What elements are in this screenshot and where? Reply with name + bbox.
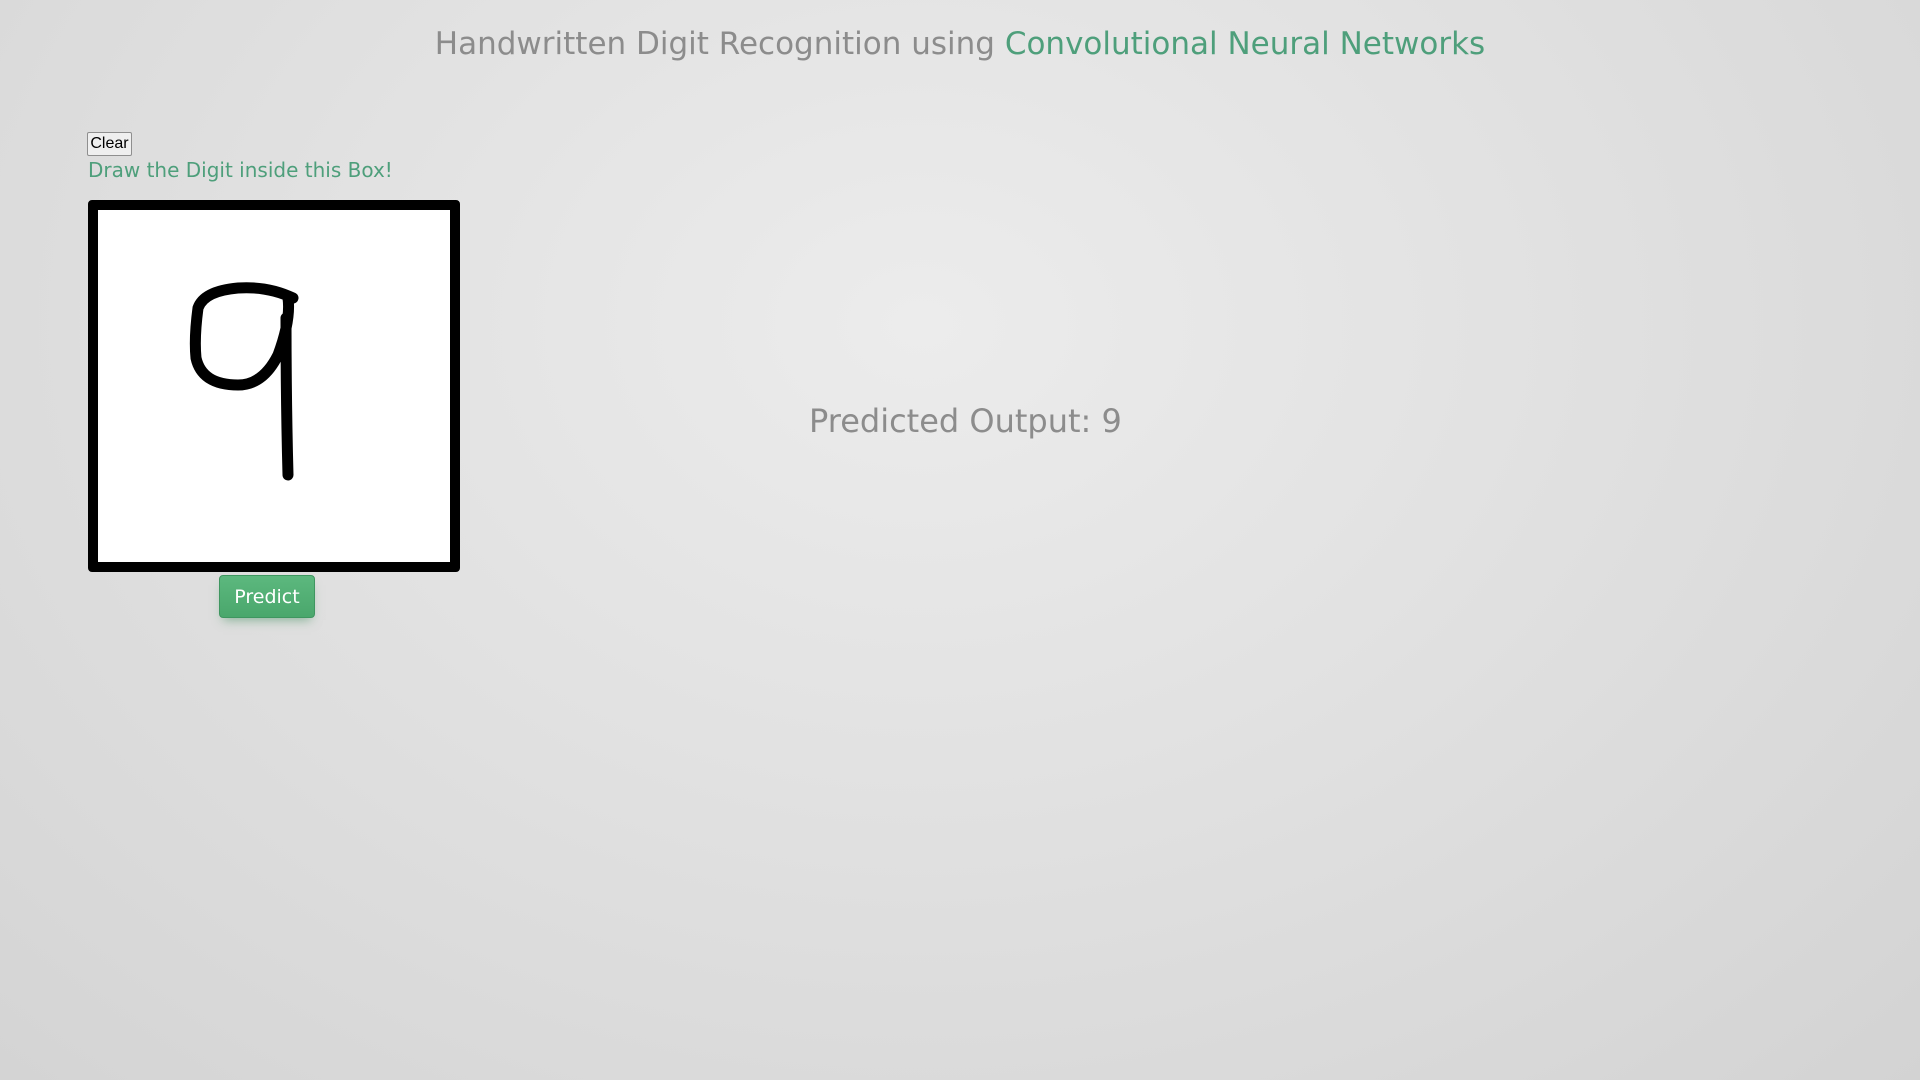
predicted-output-label: Predicted Output: xyxy=(809,402,1102,440)
predict-button[interactable]: Predict xyxy=(219,575,315,618)
draw-instruction: Draw the Digit inside this Box! xyxy=(88,158,393,182)
predicted-output-value: 9 xyxy=(1101,402,1122,440)
predicted-output: Predicted Output: 9 xyxy=(809,402,1122,440)
title-accent: Convolutional Neural Networks xyxy=(1004,26,1486,62)
drawing-canvas[interactable] xyxy=(88,200,460,572)
clear-button[interactable]: Clear xyxy=(87,132,132,156)
page-title: Handwritten Digit Recognition using Conv… xyxy=(0,26,1920,62)
title-prefix: Handwritten Digit Recognition using xyxy=(434,26,1005,62)
handwritten-digit-stroke xyxy=(189,282,299,481)
